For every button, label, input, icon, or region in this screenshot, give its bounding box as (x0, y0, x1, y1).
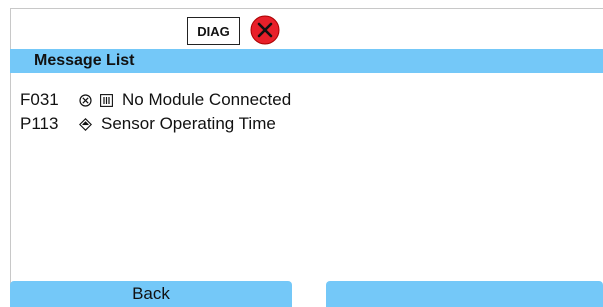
list-item[interactable]: P113 Sensor Operating Time (20, 112, 580, 136)
failure-circle-x-icon (78, 93, 93, 108)
message-text: Sensor Operating Time (101, 114, 276, 133)
maintenance-bars-icon (99, 93, 114, 108)
message-code: F031 (20, 90, 59, 109)
right-softkey-button[interactable] (326, 281, 603, 307)
error-x-icon (250, 15, 280, 45)
list-item[interactable]: F031 No Module Connected (20, 88, 580, 112)
top-border (10, 8, 603, 9)
device-screen: DIAG Message List F031 No Module Connect… (0, 0, 603, 307)
back-button[interactable]: Back (10, 281, 292, 307)
message-list: F031 No Module Connected P113 Sensor Ope… (20, 88, 580, 136)
message-text: No Module Connected (122, 90, 292, 109)
check-diamond-icon (78, 117, 93, 132)
diag-indicator: DIAG (187, 17, 240, 45)
message-code: P113 (20, 114, 59, 133)
page-title: Message List (10, 49, 603, 73)
